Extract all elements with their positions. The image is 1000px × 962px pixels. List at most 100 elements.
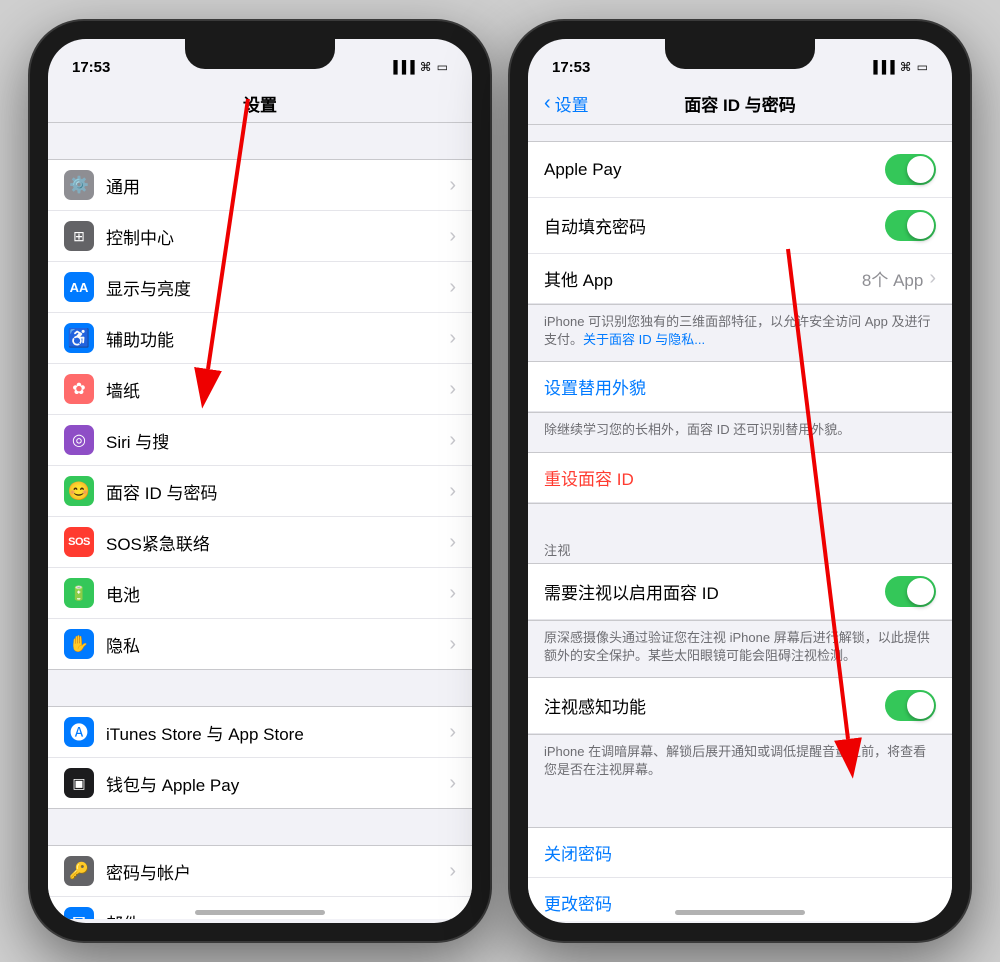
setup-appearance-item[interactable]: 设置替用外貌 [528,362,952,412]
attention-description: 原深感摄像头通过验证您在注视 iPhone 屏幕后进行解锁，以此提供额外的安全保… [528,621,952,677]
phone-screen-right: 17:53 ▐▐▐ ⌘ ▭ ‹ 设置 面容 ID 与密码 Apple Pay [528,39,952,923]
settings-item-faceid[interactable]: 😊 面容 ID 与密码 [48,466,472,517]
battery-icon-right: ▭ [917,60,928,74]
settings-item-general[interactable]: ⚙️ 通用 [48,160,472,211]
siri-icon: ◎ [64,425,94,455]
attention-aware-toggle[interactable] [885,690,936,721]
applepay-toggle[interactable] [885,154,936,185]
privacy-label: 隐私 [106,632,449,657]
battery-icon: ▭ [437,60,448,74]
close-passcode-item[interactable]: 关闭密码 [528,828,952,878]
sos-label: SOS紧急联络 [106,530,449,555]
accessibility-label: 辅助功能 [106,326,449,351]
phone-screen-left: 17:53 ▐▐▐ ⌘ ▭ 设置 ⚙️ 通用 [48,39,472,923]
settings-item-wallpaper[interactable]: ✿ 墙纸 [48,364,472,415]
passwords-chevron [449,860,456,883]
reset-faceid-label: 重设面容 ID [544,465,634,490]
applepay-item[interactable]: Apple Pay [528,142,952,198]
signal-icon: ▐▐▐ [389,60,415,74]
settings-item-itunes[interactable]: 🅐 iTunes Store 与 App Store [48,707,472,758]
settings-item-siri[interactable]: ◎ Siri 与搜 [48,415,472,466]
back-button[interactable]: ‹ 设置 [544,91,589,116]
wallpaper-icon: ✿ [64,374,94,404]
wifi-icon-right: ⌘ [900,60,912,74]
settings-item-control[interactable]: ⊞ 控制中心 [48,211,472,262]
settings-group-3: 🔑 密码与帐户 ✉ 邮件 [48,845,472,919]
other-apps-chevron [929,267,936,290]
require-attention-toggle[interactable] [885,576,936,607]
notch-left [185,39,335,69]
privacy-link[interactable]: 关于面容 ID 与隐私... [583,332,705,347]
autofill-item[interactable]: 自动填充密码 [528,198,952,254]
change-passcode-label: 更改密码 [544,890,612,915]
settings-item-sos[interactable]: SOS SOS紧急联络 [48,517,472,568]
sos-icon: SOS [64,527,94,557]
settings-item-passwords[interactable]: 🔑 密码与帐户 [48,846,472,897]
display-icon: AA [64,272,94,302]
faceid-chevron [449,480,456,503]
home-indicator-right [675,910,805,915]
control-label: 控制中心 [106,224,449,249]
other-apps-item[interactable]: 其他 App 8个 App [528,254,952,304]
battery-chevron [449,582,456,605]
attention-group: 需要注视以启用面容 ID [528,563,952,621]
wallpaper-label: 墙纸 [106,377,449,402]
attention-aware-description: iPhone 在调暗屏幕、解锁后展开通知或调低提醒音量之前，将查看您是否在注视屏… [528,735,952,791]
close-passcode-label: 关闭密码 [544,840,612,865]
require-attention-item[interactable]: 需要注视以启用面容 ID [528,564,952,620]
phone-left: 17:53 ▐▐▐ ⌘ ▭ 设置 ⚙️ 通用 [30,21,490,941]
faceid-label: 面容 ID 与密码 [106,479,449,504]
status-icons-right: ▐▐▐ ⌘ ▭ [869,60,928,74]
require-attention-label: 需要注视以启用面容 ID [544,579,885,604]
battery-label: 电池 [106,581,449,606]
reset-faceid-group: 重设面容 ID [528,452,952,504]
settings-list[interactable]: ⚙️ 通用 ⊞ 控制中心 AA [48,123,472,919]
page-title-right: 面容 ID 与密码 [684,91,795,116]
general-chevron [449,174,456,197]
passcode-group: 关闭密码 更改密码 [528,827,952,921]
sos-chevron [449,531,456,554]
settings-item-battery[interactable]: 🔋 电池 [48,568,472,619]
faceid-description: iPhone 可识别您独有的三维面部特征，以允许安全访问 App 及进行支付。关… [528,305,952,361]
notch-right [665,39,815,69]
settings-item-mail[interactable]: ✉ 邮件 [48,897,472,919]
siri-chevron [449,429,456,452]
nav-bar-left: 设置 [48,83,472,123]
accessibility-icon: ♿ [64,323,94,353]
wallpaper-chevron [449,378,456,401]
home-indicator-left [195,910,325,915]
general-icon: ⚙️ [64,170,94,200]
time-right: 17:53 [552,59,590,76]
reset-faceid-item[interactable]: 重设面容 ID [528,453,952,503]
settings-item-accessibility[interactable]: ♿ 辅助功能 [48,313,472,364]
mail-chevron [449,911,456,920]
accessibility-chevron [449,327,456,350]
settings-item-wallet[interactable]: ▣ 钱包与 Apple Pay [48,758,472,808]
general-label: 通用 [106,173,449,198]
itunes-chevron [449,721,456,744]
settings-item-privacy[interactable]: ✋ 隐私 [48,619,472,669]
setup-appearance-group: 设置替用外貌 [528,361,952,413]
attention-aware-group: 注视感知功能 [528,677,952,735]
settings-group-2: 🅐 iTunes Store 与 App Store ▣ 钱包与 Apple P… [48,706,472,809]
faceid-icon: 😊 [64,476,94,506]
faceid-settings-list[interactable]: Apple Pay 自动填充密码 其他 App 8个 App [528,125,952,921]
display-label: 显示与亮度 [106,275,449,300]
applepay-label: Apple Pay [544,160,885,180]
control-icon: ⊞ [64,221,94,251]
other-apps-value: 8个 App [862,266,923,291]
autofill-toggle[interactable] [885,210,936,241]
control-chevron [449,225,456,248]
siri-label: Siri 与搜 [106,428,449,453]
page-title-left: 设置 [243,96,277,115]
display-chevron [449,276,456,299]
itunes-icon: 🅐 [64,717,94,747]
settings-group-1: ⚙️ 通用 ⊞ 控制中心 AA [48,159,472,670]
nav-bar-right: ‹ 设置 面容 ID 与密码 [528,83,952,125]
attention-aware-item[interactable]: 注视感知功能 [528,678,952,734]
status-icons-left: ▐▐▐ ⌘ ▭ [389,60,448,74]
passwords-label: 密码与帐户 [106,859,449,884]
time-left: 17:53 [72,59,110,76]
settings-item-display[interactable]: AA 显示与亮度 [48,262,472,313]
setup-appearance-label: 设置替用外貌 [544,374,646,399]
